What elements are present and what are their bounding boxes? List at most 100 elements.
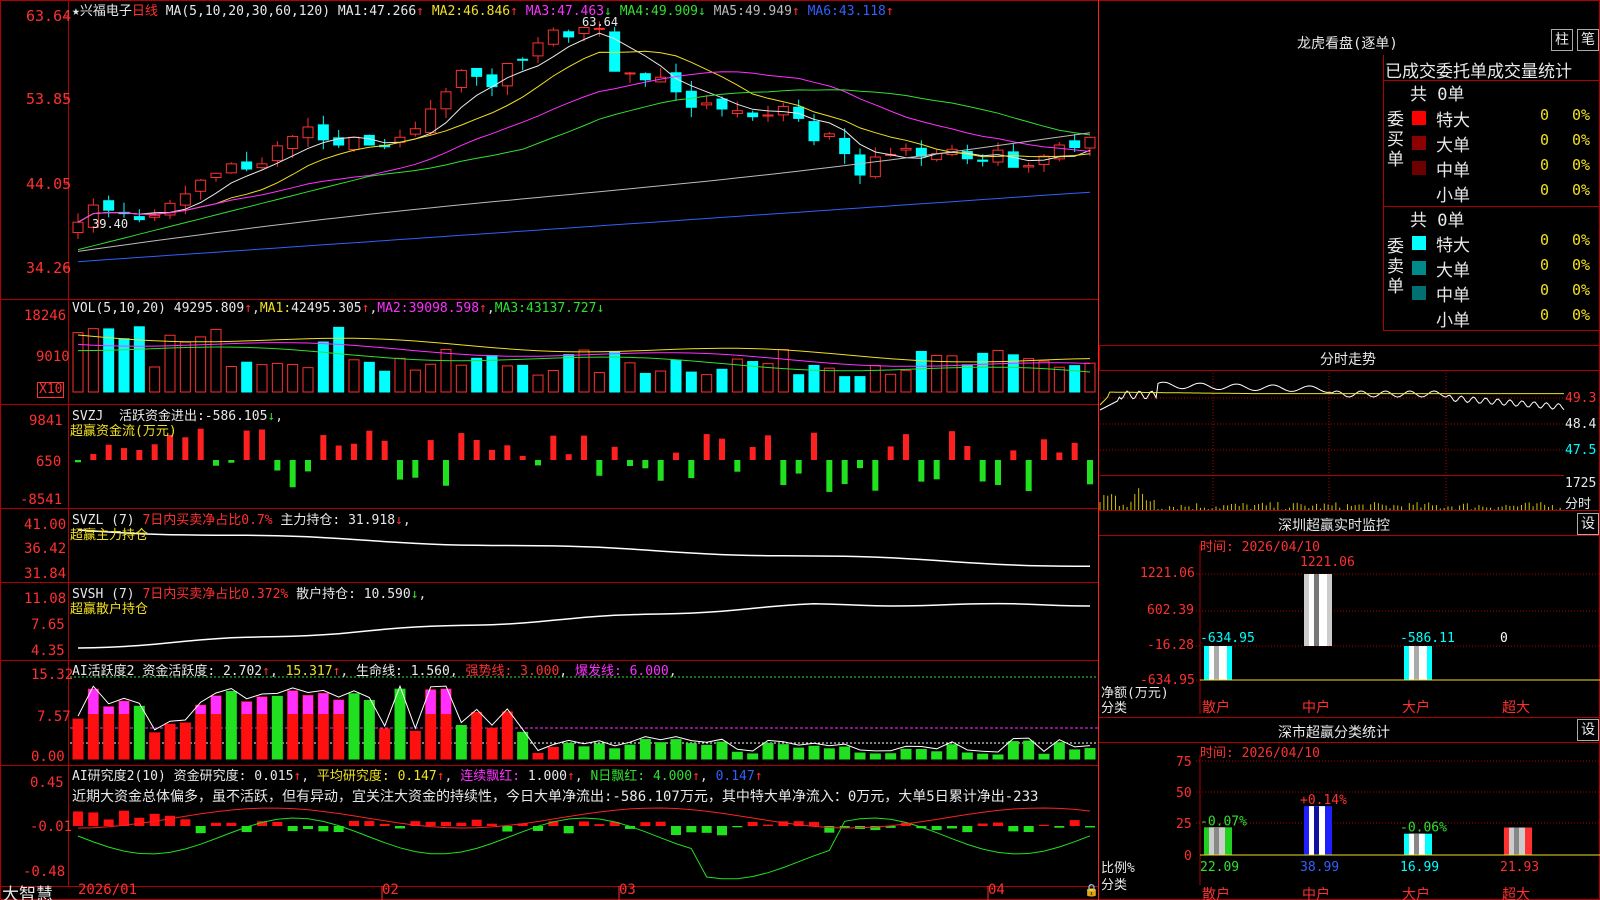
life-line-value: 1.560 [410,664,450,679]
svsh-label: 散户持仓: [296,587,356,602]
bar-view-button[interactable]: 柱 [1551,29,1573,51]
activity-bar [471,711,483,760]
order-count: 0 [1540,306,1550,324]
vol-ma1-label: MA1: [259,301,292,316]
vol-ma3-label: MA3: [494,301,527,316]
volume-bar [731,358,743,393]
order-size-label: 小单 [1436,311,1470,331]
candle-body [440,91,452,110]
sz-monitor-ytick: -16.28 [1147,638,1194,653]
fund-flow-bar [90,453,97,460]
activity-bar [271,695,283,760]
fund-flow-bar [933,460,940,480]
volume-bar [471,357,483,393]
vol-ma1-arrow: ↑ [361,301,370,316]
sz-monitor-value-label: -634.95 [1200,631,1255,646]
research-bar [226,822,237,826]
sz-classify-settings-button[interactable]: 设 [1577,719,1599,741]
ma6-line [77,191,1091,263]
sz-classify-value-label: 22.09 [1200,860,1239,875]
volume-bar [977,352,989,393]
legend-swatch [1412,161,1426,175]
fund-flow-bar [979,460,986,482]
lock-icon[interactable]: 🔒 [1084,883,1099,897]
sz-monitor-cat-label: 分类 [1101,701,1128,716]
sz-classify-bar-shade [1214,827,1219,855]
research-bar [349,820,359,826]
fund-flow-bar [749,447,756,460]
research-bar [1054,826,1065,828]
legend-swatch [1412,236,1426,250]
activity-bar [455,724,467,760]
fund-flow-bar [611,446,618,460]
research-bar [717,826,727,836]
fund-flow-bar [964,446,971,460]
candle-body [624,72,636,75]
svzl-ytick: 36.42 [24,541,67,557]
research-bar [456,822,467,826]
x-label-feb: 02 [382,882,399,898]
research-bar [425,821,436,826]
order-percent: 0% [1572,306,1591,324]
sz-classify-change-label: +0.14% [1300,793,1347,808]
volume-bar [455,364,467,393]
fund-flow-bar [857,460,863,469]
volume-bar [992,349,1004,393]
fund-flow-bar [443,460,449,486]
order-count: 0 [1540,131,1550,149]
list-view-button[interactable]: 笔 [1577,29,1599,51]
order-count: 0 [1540,181,1550,199]
volume-bar [624,362,636,393]
svzl-value: 31.918 [348,513,396,528]
ma4-legend: MA4:49.909↓ [612,4,706,19]
svzl-ytick: 41.00 [24,517,67,533]
candle-body [977,159,989,162]
sz-monitor-bar-shade [1414,646,1419,680]
activity-bar [655,742,667,760]
volume-bar [793,374,805,393]
candle-body [348,136,360,151]
vol-unit-button[interactable]: X10 [37,382,65,398]
candle-body [455,69,467,88]
volume-bar [563,354,575,393]
svzj-value: -586.105 [204,409,268,424]
order-size-label: 大单 [1436,136,1470,156]
legend-swatch [1412,286,1426,300]
sz-monitor-title: 深圳超赢实时监控 [1278,518,1390,534]
fund-flow-bar [811,432,817,460]
sz-monitor-settings-button[interactable]: 设 [1577,513,1599,535]
ma-label: MA2: [431,4,464,19]
volume-bar [639,372,651,393]
ai-research-ytick: 0.45 [30,775,64,791]
n-day-red-label: N日飘红: [590,769,646,784]
research-bar [533,826,543,831]
volume-bar [118,338,130,393]
strong-line-value: 3.000 [520,664,560,679]
main-ytick: 34.26 [26,259,72,277]
sz-monitor-ytick: 602.39 [1147,603,1194,618]
ai-activity-ytick: 7.57 [37,709,71,725]
research-bar [1008,826,1019,832]
x-label-jan: 2026/01 [78,882,138,898]
candle-body [241,161,253,170]
volume-bar [915,350,927,393]
period-label[interactable]: 日线 [132,4,158,19]
buy-side-label: 委买单 [1387,110,1404,170]
vol-ma3: 43137.727 [526,301,597,316]
avg-research-arrow: ↑ [436,769,445,784]
activity-bar [164,723,176,760]
fund-flow-bar [1010,450,1017,460]
ai-activity-name: AI活跃度2 [72,664,135,679]
ai-research-ytick: -0.01 [30,819,73,835]
intraday-ytick: 47.5 [1565,443,1597,458]
volume-bar [532,374,544,393]
ai-activity-v2: 15.317 [285,664,333,679]
candle-body [762,114,774,117]
svzj-ytick: 9841 [29,413,63,429]
order-percent: 0% [1572,281,1591,299]
research-bar [931,826,942,831]
favorite-star-icon[interactable]: ★ [72,4,80,19]
intraday-vol-tick: 1725 [1565,476,1597,491]
n-day-red-arrow: ↑ [692,769,700,784]
fund-flow-bar [657,460,664,481]
